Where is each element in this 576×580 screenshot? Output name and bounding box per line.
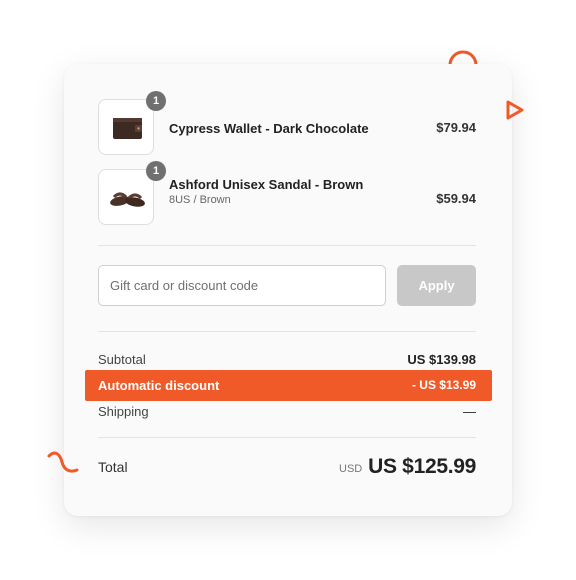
item-price: $59.94: [436, 191, 476, 206]
currency-code: USD: [339, 463, 363, 475]
total-value: US $125.99: [368, 455, 476, 478]
discount-label: Automatic discount: [98, 378, 220, 393]
divider: [98, 245, 476, 246]
divider: [98, 437, 476, 438]
apply-button[interactable]: Apply: [397, 265, 476, 306]
subtotal-label: Subtotal: [98, 352, 146, 367]
item-title: Cypress Wallet - Dark Chocolate: [169, 121, 369, 136]
quantity-badge: 1: [146, 161, 166, 181]
item-price: $79.94: [436, 120, 476, 135]
discount-value: - US $13.99: [411, 378, 476, 392]
divider: [98, 331, 476, 332]
subtotal-value: US $139.98: [407, 352, 476, 367]
discount-code-input[interactable]: [98, 265, 386, 306]
item-title: Ashford Unisex Sandal - Brown: [169, 177, 364, 192]
cart-item: 1 Ashford Unisex Sandal - Brown 8US / Br…: [98, 161, 476, 227]
shipping-label: Shipping: [98, 404, 149, 419]
total-label: Total: [98, 459, 128, 475]
shipping-value: —: [463, 404, 476, 419]
play-triangle-icon: [506, 100, 524, 120]
wallet-image: [98, 99, 154, 155]
quantity-badge: 1: [146, 91, 166, 111]
sandal-image: [98, 169, 154, 225]
item-variant: 8US / Brown: [169, 194, 231, 206]
squiggle-icon: [47, 451, 79, 473]
automatic-discount-row: Automatic discount - US $13.99: [85, 370, 492, 401]
cart-item: 1 Cypress Wallet - Dark Chocolate $79.94: [98, 91, 476, 157]
